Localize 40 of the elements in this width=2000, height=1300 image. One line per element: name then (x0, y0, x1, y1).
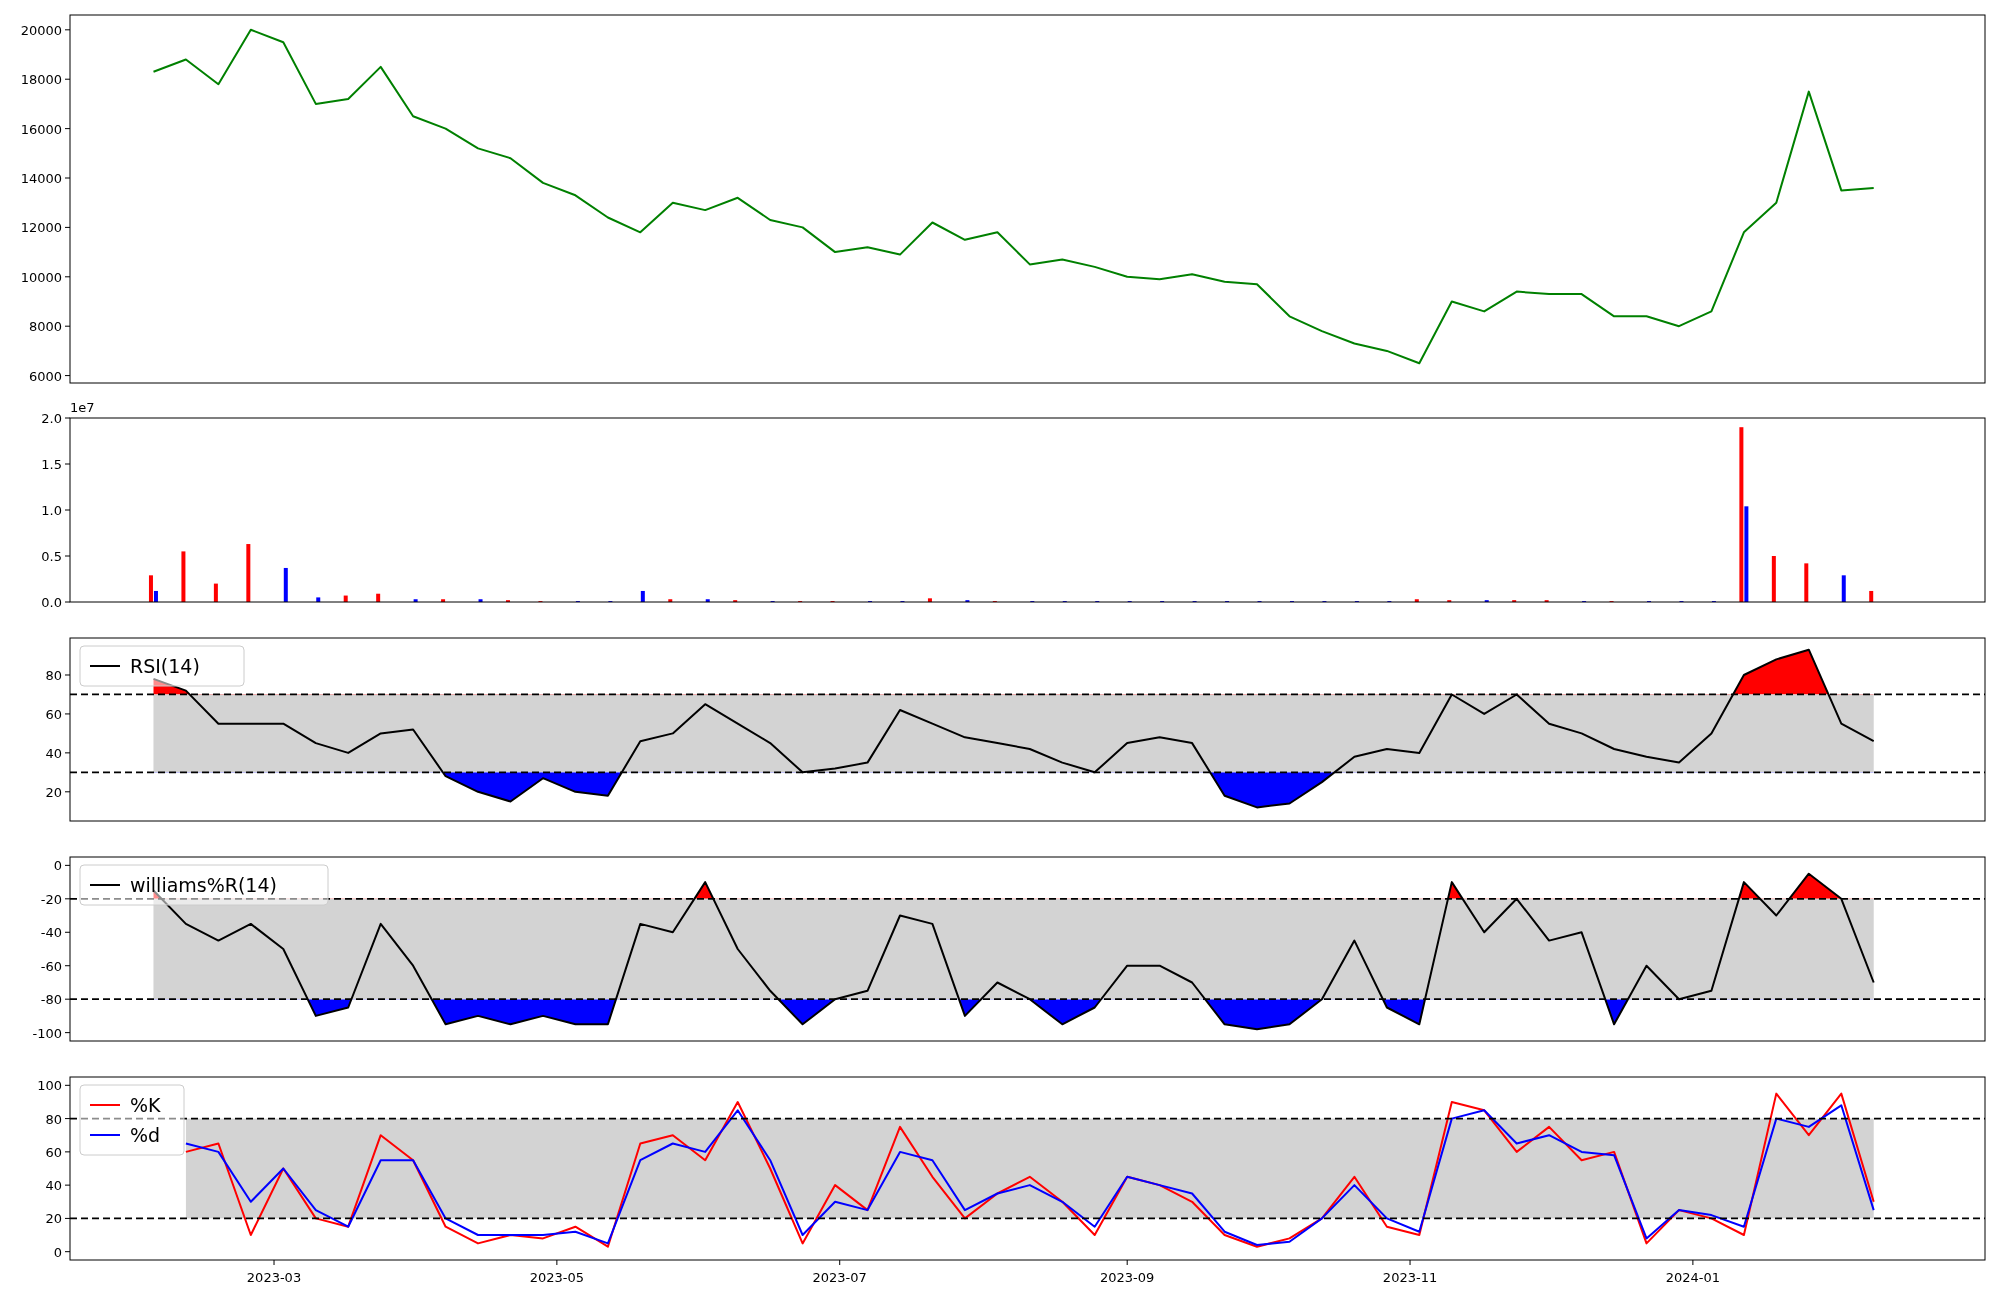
tick-label: -40 (40, 925, 62, 941)
tick-label: 10000 (20, 269, 62, 285)
tick-label: 0.5 (41, 549, 62, 564)
tick-label: 80 (45, 668, 62, 683)
tick-label: 14000 (20, 171, 62, 186)
tick-label: 20 (45, 1211, 62, 1227)
tick-label: -60 (40, 958, 62, 974)
tick-label: -20 (40, 891, 62, 907)
tick-label: 20 (45, 784, 62, 800)
legend-label: %d (130, 1124, 161, 1146)
tick-label: 40 (45, 745, 62, 761)
tick-label: 100 (37, 1078, 62, 1094)
tick-label: 40 (45, 1178, 62, 1194)
legend-label: %K (130, 1094, 161, 1116)
tick-label: 80 (45, 1111, 62, 1127)
axis-offset-label: 1e7 (70, 400, 95, 415)
tick-label: 2.0 (41, 411, 62, 426)
tick-label: 20000 (20, 22, 62, 38)
legend-label: williams%R(14) (130, 874, 277, 896)
tick-label: 2023-05 (529, 1270, 585, 1285)
tick-label: 8000 (28, 319, 62, 335)
tick-label: 2023-09 (1100, 1270, 1155, 1285)
tick-label: 2024-01 (1665, 1270, 1721, 1285)
legend-label: RSI(14) (130, 655, 200, 677)
tick-label: 2023-03 (246, 1270, 302, 1285)
tick-label: 60 (45, 706, 62, 722)
tick-label: 12000 (20, 220, 62, 236)
tick-label: 6000 (28, 368, 62, 384)
tick-label: 60 (45, 1144, 62, 1160)
tick-label: -80 (40, 992, 62, 1008)
tick-label: 0 (53, 858, 62, 874)
tick-label: 1.5 (41, 457, 62, 472)
tick-label: 0 (53, 1244, 62, 1260)
tick-label: 2023-07 (812, 1270, 867, 1285)
tick-label: 1.0 (41, 503, 62, 518)
tick-label: 0.0 (41, 595, 62, 610)
tick-label: -100 (32, 1025, 62, 1041)
tick-label: 16000 (20, 121, 62, 137)
tick-label: 2023-11 (1382, 1270, 1438, 1285)
tick-label: 18000 (20, 72, 62, 88)
